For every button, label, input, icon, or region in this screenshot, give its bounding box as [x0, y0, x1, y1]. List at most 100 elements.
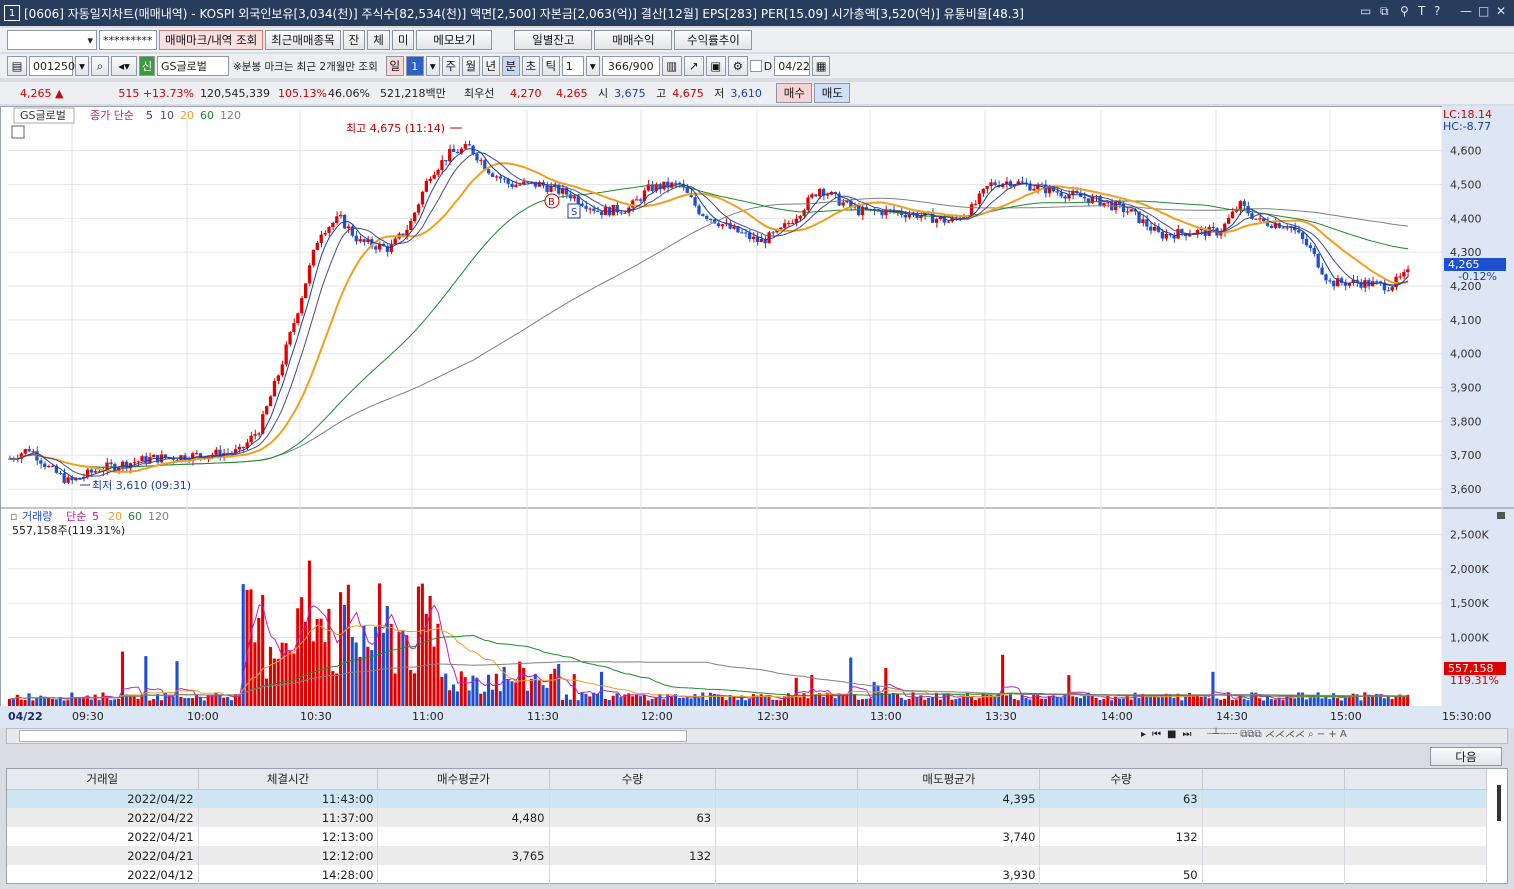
- column-header[interactable]: 수량: [549, 769, 717, 790]
- scroll-thumb[interactable]: [19, 730, 687, 742]
- volume-bar: [1223, 698, 1227, 706]
- column-header[interactable]: [715, 769, 859, 790]
- period-year-button[interactable]: 년: [481, 56, 500, 76]
- period-second-button[interactable]: 초: [521, 56, 540, 76]
- column-header[interactable]: 매수평균가: [377, 769, 550, 790]
- help-icon[interactable]: ?: [1434, 4, 1440, 18]
- stock-code-dropdown-icon[interactable]: ▾: [75, 56, 89, 76]
- table-cell: [1039, 808, 1203, 827]
- date-input[interactable]: 04/22: [774, 56, 811, 76]
- volume-bar: [1269, 699, 1273, 706]
- table-cell: 11:43:00: [198, 789, 379, 808]
- table-cell: [1344, 846, 1488, 865]
- y-tick-label: 4,600: [1450, 145, 1482, 158]
- calendar-icon[interactable]: ▦: [812, 56, 831, 76]
- gear-icon[interactable]: ⚙: [727, 56, 748, 76]
- minimize-panel-icon[interactable]: ▭: [1360, 4, 1371, 18]
- stock-code-input[interactable]: 001250: [29, 56, 75, 76]
- period-tick-button[interactable]: 틱: [541, 56, 560, 76]
- interval-input[interactable]: 1: [561, 56, 584, 76]
- volume-bar: [973, 700, 977, 706]
- sell-button[interactable]: 매도: [814, 83, 851, 103]
- restore-panel-icon[interactable]: ⧉: [1380, 4, 1389, 19]
- recent-stocks-button[interactable]: 최근매매종목: [265, 30, 341, 50]
- draw-tool-icon[interactable]: ↗: [683, 56, 704, 76]
- candle-type-icon[interactable]: ▥: [661, 56, 682, 76]
- period-count[interactable]: 1: [405, 56, 424, 76]
- candle-body: [1398, 276, 1402, 278]
- pin-icon[interactable]: ⚲: [1400, 4, 1409, 18]
- date-checkbox[interactable]: [749, 60, 762, 72]
- candle-body: [977, 193, 982, 204]
- period-minute-button[interactable]: 분: [501, 56, 520, 76]
- chart-scrollbar[interactable]: ▸⏮■⏭ ┈┴┈┈┈ ⧉⧉⧉ ⋌⋌⋌⋌ ⌕ − + A: [6, 728, 1508, 744]
- unexecuted-button[interactable]: 미: [391, 30, 415, 50]
- chart-canvas[interactable]: 4,6004,5004,4004,3004,2004,1004,0003,900…: [0, 106, 1514, 728]
- interval-dropdown-icon[interactable]: ▾: [585, 56, 600, 76]
- speaker-icon[interactable]: ◂▾: [111, 56, 137, 76]
- return-trend-button[interactable]: 수익률추이: [674, 30, 753, 50]
- buy-button[interactable]: 매수: [776, 83, 813, 103]
- minimize-icon[interactable]: —: [1460, 4, 1472, 18]
- layout-icon[interactable]: ▤: [7, 56, 27, 76]
- close-icon[interactable]: ✕: [1496, 4, 1506, 18]
- volume-bar: [339, 592, 343, 706]
- period-day-button[interactable]: 일: [385, 56, 404, 76]
- stock-chart[interactable]: 4,600 4,500 4,400 4,300 4,200 4,100 4,000 3,900…: [0, 106, 1514, 728]
- font-icon[interactable]: T: [1418, 4, 1425, 18]
- candle-body: [292, 323, 296, 333]
- period-count-dropdown-icon[interactable]: ▾: [425, 56, 440, 76]
- executed-button[interactable]: 체: [367, 30, 390, 50]
- table-cell: [549, 865, 717, 884]
- memo-button[interactable]: 메모보기: [416, 30, 493, 50]
- column-header[interactable]: [1202, 769, 1345, 790]
- balance-button[interactable]: 잔: [342, 30, 366, 50]
- maximize-icon[interactable]: □: [1478, 4, 1489, 18]
- volume-bar: [1001, 654, 1005, 706]
- vol-ma-legend-item: 20: [108, 510, 122, 523]
- volume-bar: [537, 680, 541, 706]
- period-month-button[interactable]: 월: [461, 56, 480, 76]
- account-select[interactable]: ▾: [7, 30, 97, 50]
- table-cell: [1344, 865, 1488, 884]
- candle-body: [1328, 280, 1332, 282]
- table-row[interactable]: 2022/04/21 12:12:00 3,765 132: [7, 846, 1488, 865]
- candle-body: [1281, 227, 1285, 229]
- table-row[interactable]: 2022/04/21 12:13:00 3,740 132: [7, 827, 1488, 846]
- candle-body: [518, 184, 522, 186]
- column-header[interactable]: 수량: [1039, 769, 1203, 790]
- volume-bar: [15, 694, 19, 706]
- save-icon[interactable]: ▣: [705, 56, 726, 76]
- table-row[interactable]: 2022/04/22 11:43:00 4,395 63: [7, 789, 1488, 808]
- trade-profit-button[interactable]: 매매수익: [594, 30, 673, 50]
- candle-body: [1406, 269, 1410, 273]
- volume-bar: [775, 699, 779, 706]
- column-header[interactable]: 거래일: [7, 769, 199, 790]
- chart-nav-icons[interactable]: ▸⏮■⏭: [1141, 729, 1197, 740]
- volume-bar: [670, 696, 674, 706]
- volume-bar: [1191, 696, 1196, 706]
- candle-body: [841, 202, 845, 206]
- candle-body: [140, 456, 144, 462]
- candle-body: [109, 462, 113, 464]
- volume-bar: [720, 696, 724, 706]
- daily-balance-button[interactable]: 일별잔고: [514, 30, 593, 50]
- volume-bar: [401, 630, 405, 706]
- column-header[interactable]: 체결시간: [198, 769, 379, 790]
- table-row[interactable]: 2022/04/12 14:28:00 3,930 50: [7, 865, 1488, 884]
- volume-bar: [136, 698, 140, 706]
- table-row[interactable]: 2022/04/22 11:37:00 4,480 63: [7, 808, 1488, 827]
- password-input[interactable]: *********: [99, 30, 157, 50]
- panel-close-icon: [1497, 512, 1505, 519]
- volume-bar: [892, 692, 896, 706]
- column-header[interactable]: [1344, 769, 1488, 790]
- column-header[interactable]: 매도평균가: [857, 769, 1041, 790]
- next-button[interactable]: 다음: [1430, 747, 1502, 766]
- volume-bar: [650, 699, 654, 706]
- period-week-button[interactable]: 주: [441, 56, 460, 76]
- search-icon[interactable]: ⌕: [91, 56, 109, 76]
- zoom-tools-icons[interactable]: ┈┴┈┈┈ ⧉⧉⧉ ⋌⋌⋌⋌ ⌕ − + A: [1207, 729, 1347, 740]
- candle-body: [300, 298, 304, 314]
- mark-query-button[interactable]: 매매마크/내역 조회: [159, 30, 264, 50]
- table-scroll-thumb[interactable]: [1497, 785, 1501, 821]
